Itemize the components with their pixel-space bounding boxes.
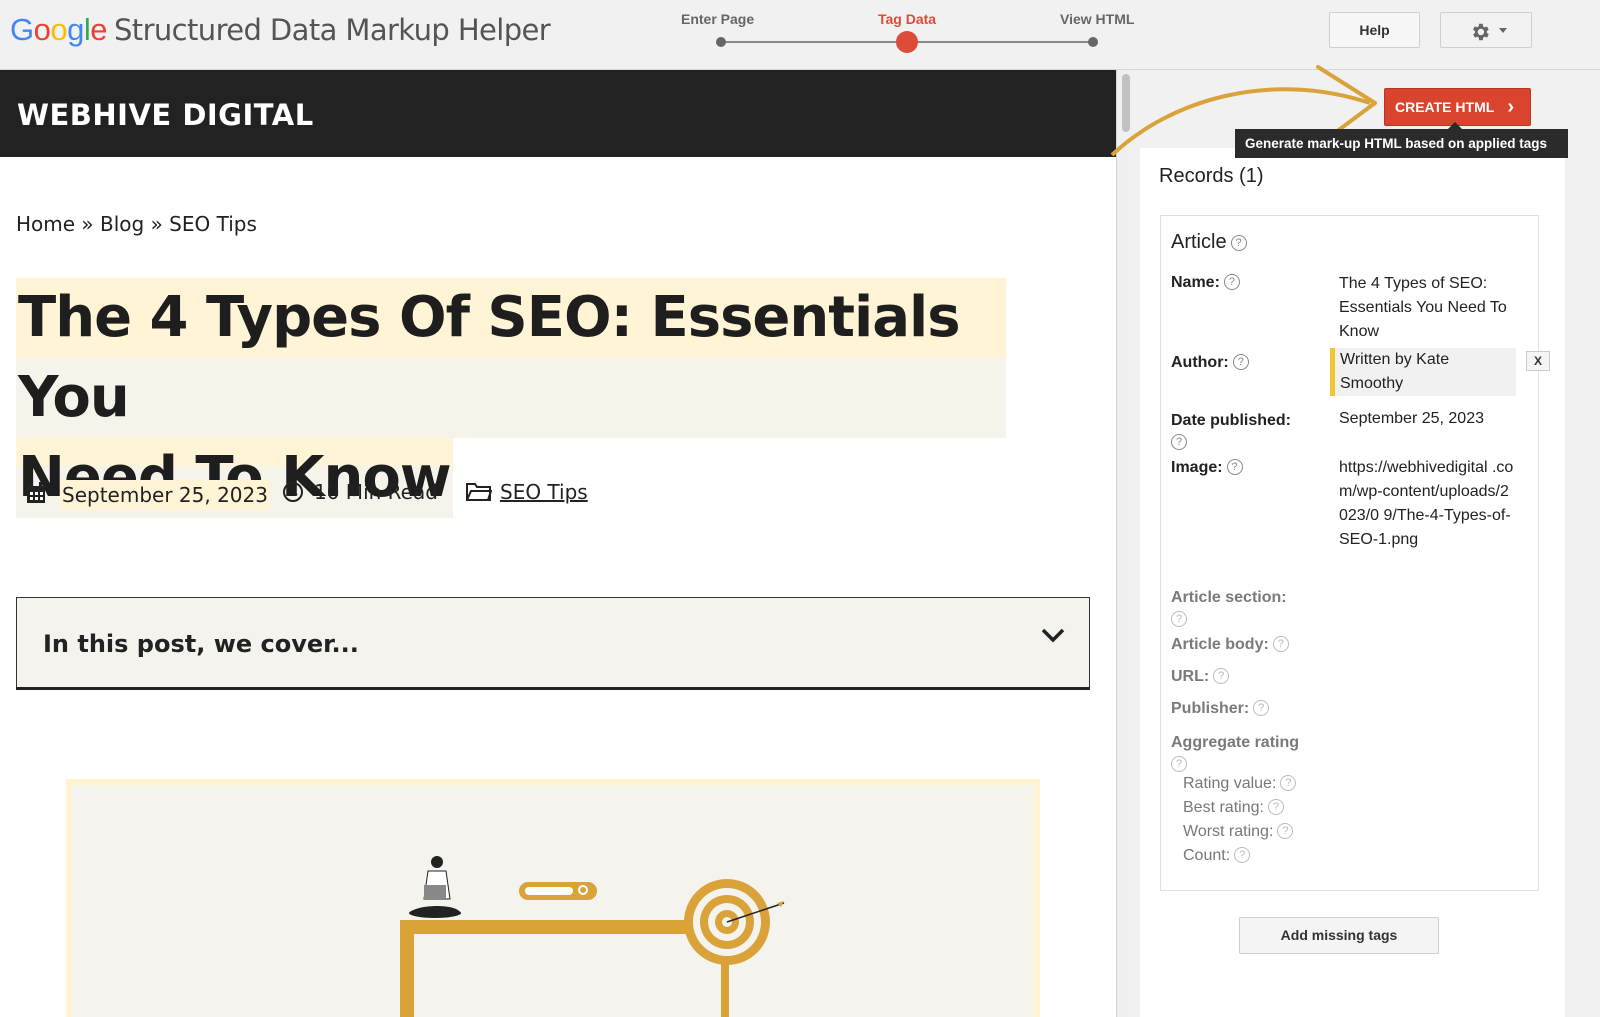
worst-rating-label: Worst rating:?	[1183, 823, 1294, 841]
help-icon[interactable]: ?	[1230, 235, 1247, 251]
help-icon[interactable]: ?	[1171, 434, 1187, 450]
image-label-text: Image:	[1171, 459, 1223, 476]
app-title: Structured Data Markup Helper	[114, 13, 551, 47]
rating-value-label: Rating value:?	[1183, 775, 1297, 793]
rating-value-text: Rating value:	[1183, 775, 1277, 792]
folder-icon	[466, 482, 493, 507]
publisher-label-text: Publisher:	[1171, 700, 1250, 717]
site-name[interactable]: WEBHIVE DIGITAL	[17, 98, 314, 132]
preview-scrollbar[interactable]	[1116, 70, 1134, 1017]
hero-illustration	[66, 779, 1040, 1017]
record-card: Article? Name:? The 4 Types of SEO: Esse…	[1160, 215, 1539, 891]
article-date[interactable]: September 25, 2023	[60, 480, 270, 510]
gear-icon	[1473, 23, 1489, 41]
help-button[interactable]: Help	[1329, 12, 1420, 48]
rating-label-text: Aggregate rating	[1171, 734, 1300, 751]
name-label: Name:?	[1171, 274, 1240, 292]
help-icon[interactable]: ?	[1272, 636, 1289, 652]
help-icon[interactable]: ?	[1280, 775, 1297, 791]
help-icon[interactable]: ?	[1232, 354, 1249, 370]
add-missing-tags-button[interactable]: Add missing tags	[1239, 917, 1439, 954]
clock-icon	[282, 481, 304, 508]
date-label-text: Date published:	[1171, 412, 1292, 429]
records-heading: Records (1)	[1159, 165, 1264, 187]
category-link[interactable]: SEO Tips	[500, 480, 588, 504]
author-label-text: Author:	[1171, 354, 1229, 371]
breadcrumb[interactable]: Home » Blog » SEO Tips	[16, 212, 257, 236]
author-label: Author:?	[1171, 354, 1249, 372]
count-label-text: Count:	[1183, 847, 1231, 864]
settings-button[interactable]	[1440, 12, 1532, 48]
remove-author-button[interactable]: X	[1526, 351, 1550, 371]
publisher-label: Publisher:?	[1171, 700, 1270, 718]
date-published-value[interactable]: September 25, 2023	[1339, 407, 1517, 431]
site-header: WEBHIVE DIGITAL	[0, 70, 1116, 157]
create-html-tooltip: Generate mark-up HTML based on applied t…	[1235, 122, 1568, 158]
url-label: URL:?	[1171, 668, 1230, 686]
help-icon[interactable]: ?	[1253, 700, 1270, 716]
toc-accordion[interactable]: In this post, we cover...	[16, 597, 1090, 690]
read-time: 10 Min Read	[314, 480, 438, 504]
aggregate-rating-label: Aggregate rating?	[1171, 732, 1331, 776]
name-label-text: Name:	[1171, 274, 1220, 291]
create-html-button[interactable]: CREATE HTML ›	[1384, 88, 1531, 126]
body-label-text: Article body:	[1171, 636, 1269, 653]
chevron-down-icon[interactable]	[1041, 628, 1065, 644]
step-dot-enter-page	[716, 37, 726, 47]
calendar-icon	[26, 482, 46, 509]
step-dot-tag-data	[896, 31, 918, 53]
progress-steps: Enter Page Tag Data View HTML	[680, 0, 1140, 70]
title-line-1[interactable]: The 4 Types Of SEO: Essentials You	[16, 278, 1006, 438]
section-label-text: Article section:	[1171, 589, 1287, 606]
help-icon[interactable]: ?	[1171, 611, 1187, 627]
image-label: Image:?	[1171, 459, 1243, 477]
best-rating-text: Best rating:	[1183, 799, 1264, 816]
google-logo: Google	[10, 12, 108, 47]
step-dot-view-html	[1088, 37, 1098, 47]
image-value[interactable]: https://webhivedigital .com/wp-content/u…	[1339, 456, 1517, 552]
toc-label: In this post, we cover...	[43, 630, 359, 658]
page-preview: WEBHIVE DIGITAL Home » Blog » SEO Tips T…	[0, 70, 1116, 1017]
article-section-label: Article section:?	[1171, 587, 1321, 631]
author-value[interactable]: Written by Kate Smoothy	[1330, 348, 1516, 396]
help-icon[interactable]: ?	[1171, 756, 1187, 772]
step-view-html[interactable]: View HTML	[1060, 11, 1134, 27]
step-enter-page[interactable]: Enter Page	[681, 11, 754, 27]
chevron-down-icon	[1499, 28, 1507, 33]
date-published-label: Date published:?	[1171, 410, 1321, 454]
seo-illustration	[400, 856, 785, 1017]
record-type-label: Article	[1171, 231, 1227, 253]
step-tag-data[interactable]: Tag Data	[878, 11, 936, 27]
chevron-right-icon: ›	[1507, 96, 1514, 118]
worst-rating-text: Worst rating:	[1183, 823, 1274, 840]
name-value[interactable]: The 4 Types of SEO: Essentials You Need …	[1339, 272, 1517, 344]
help-icon[interactable]: ?	[1226, 459, 1243, 475]
help-icon[interactable]: ?	[1223, 274, 1240, 290]
best-rating-label: Best rating:?	[1183, 799, 1284, 817]
help-icon[interactable]: ?	[1267, 799, 1284, 815]
record-type: Article?	[1171, 231, 1247, 254]
help-icon[interactable]: ?	[1234, 847, 1251, 863]
article-body-label: Article body:?	[1171, 636, 1289, 654]
help-icon[interactable]: ?	[1213, 668, 1230, 684]
count-label: Count:?	[1183, 847, 1251, 865]
create-html-label: CREATE HTML	[1395, 99, 1495, 115]
url-label-text: URL:	[1171, 668, 1210, 685]
help-icon[interactable]: ?	[1277, 823, 1294, 839]
